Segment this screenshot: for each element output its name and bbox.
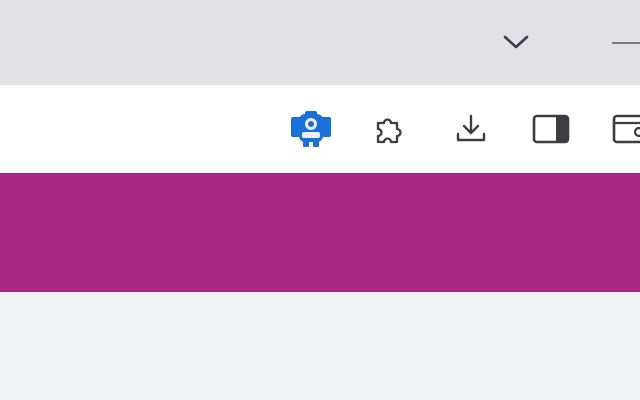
puzzle-icon (372, 112, 406, 146)
extension-robot-button[interactable] (288, 106, 334, 152)
page-content (0, 292, 640, 400)
tab-search-button[interactable] (496, 22, 536, 62)
tab-strip (0, 0, 640, 85)
window-icon (611, 113, 640, 145)
colored-banner (0, 173, 640, 292)
browser-toolbar (0, 85, 640, 173)
window-overflow-button[interactable] (608, 106, 640, 152)
side-panel-button[interactable] (528, 106, 574, 152)
robot-extension-icon (289, 111, 333, 147)
side-panel-icon (531, 113, 571, 145)
extensions-button[interactable] (366, 106, 412, 152)
download-icon (454, 112, 488, 146)
minimize-button[interactable] (598, 22, 640, 62)
minimize-icon (612, 42, 640, 44)
downloads-button[interactable] (448, 106, 494, 152)
chevron-down-icon (502, 34, 530, 50)
